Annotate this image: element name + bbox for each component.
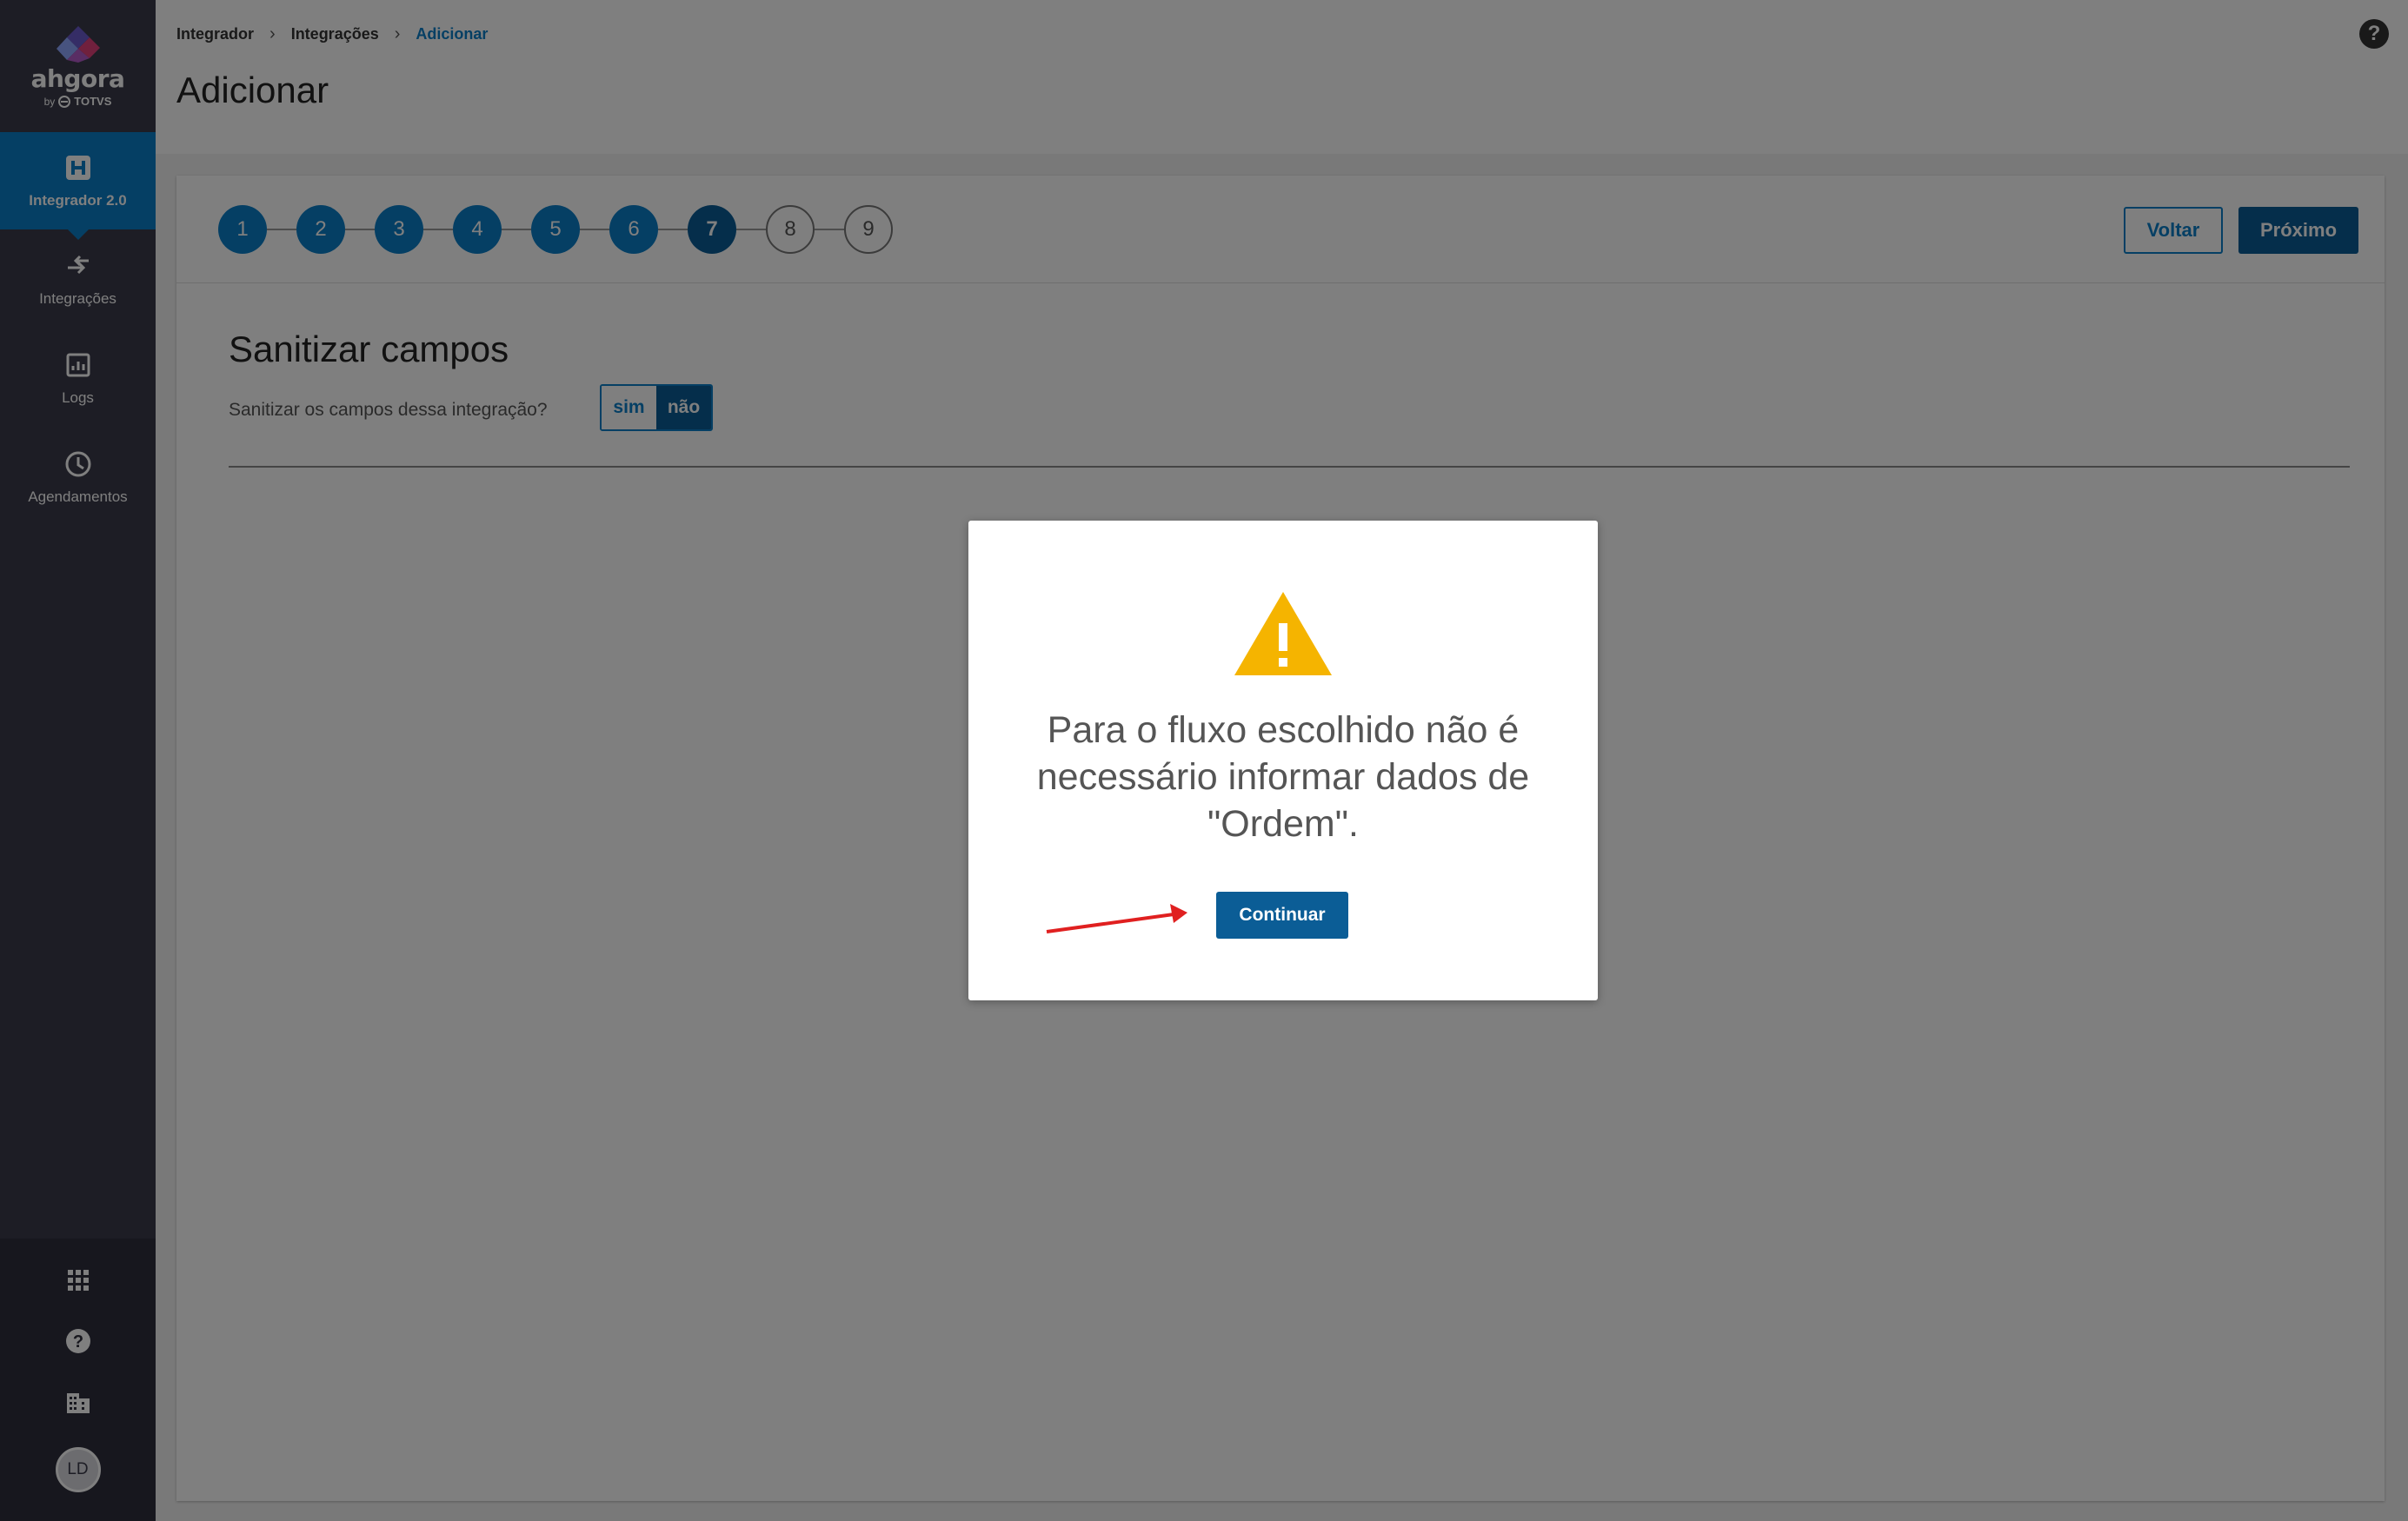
- annotation-arrow-icon: [1046, 904, 1187, 933]
- dialog-message: Para o fluxo escolhido não é necessário …: [1036, 709, 1530, 845]
- warning-triangle-icon: [1234, 592, 1332, 675]
- continue-button[interactable]: Continuar: [1216, 892, 1348, 939]
